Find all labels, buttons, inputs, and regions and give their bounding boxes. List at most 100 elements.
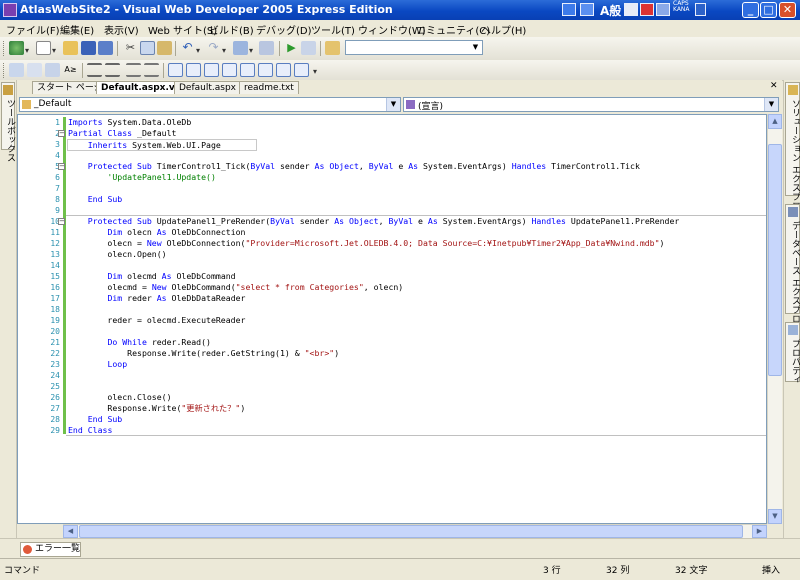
quick-info-icon[interactable] [45,63,60,77]
copy-icon[interactable] [140,41,155,55]
menu-view[interactable]: 表示(V) [104,22,139,37]
increase-indent-icon[interactable] [105,63,120,77]
code-line[interactable]: End Sub [68,414,123,425]
comment-out-icon[interactable] [126,63,141,77]
chevron-down-icon[interactable]: ▼ [386,98,400,111]
find-combo[interactable]: ▼ [345,40,483,55]
open-folder-icon[interactable] [63,41,78,55]
properties-tab[interactable]: プロパティ [785,322,800,384]
code-editor[interactable]: 1234567891011121314151617181920212223242… [17,114,767,524]
vertical-scroll-thumb[interactable] [768,144,782,376]
parameter-info-icon[interactable] [27,63,42,77]
clear-bookmarks-icon[interactable] [294,63,309,77]
complete-word-icon[interactable]: A≥ [63,63,78,77]
method-name-combo[interactable]: (宣言) ▼ [403,97,779,112]
dropdown-arrow-icon[interactable]: ▾ [222,46,226,55]
language-bar-icon[interactable] [562,3,576,16]
code-line[interactable]: olecn.Open() [68,249,166,260]
new-website-icon[interactable] [9,41,24,55]
maximize-button[interactable]: □ [760,2,777,18]
start-debugging-icon[interactable]: ▶ [284,41,299,55]
scroll-up-button[interactable]: ▲ [768,114,782,129]
code-line[interactable]: olecn = New OleDbConnection("Provider=Mi… [68,238,664,249]
code-line[interactable]: 'UpdatePanel1.Update() [68,172,215,183]
chevron-down-icon[interactable]: ▼ [470,42,481,53]
code-line[interactable]: olecmd = New OleDbCommand("select * from… [68,282,403,293]
menu-community[interactable]: コミュニティ(C) [416,22,490,37]
error-list-tab[interactable]: エラー一覧 [20,542,81,557]
close-button[interactable]: ✕ [779,2,796,18]
view-in-browser-icon[interactable] [301,41,316,55]
app-icon[interactable] [3,3,17,17]
cut-icon[interactable]: ✂ [123,41,138,55]
collapse-region-icon[interactable]: − [58,130,65,137]
next-bookmark-doc-icon[interactable] [276,63,291,77]
tab-default-aspx[interactable]: Default.aspx [174,81,241,94]
help-icon[interactable] [656,3,670,16]
horizontal-scrollbar[interactable]: ◀ ▶ [63,524,767,538]
code-line[interactable]: Dim reder As OleDbDataReader [68,293,245,304]
next-bookmark-icon[interactable] [204,63,219,77]
toolbar-grip[interactable] [3,41,7,56]
prev-bookmark-icon[interactable] [186,63,201,77]
minimize-button[interactable]: _ [742,2,759,18]
dropdown-arrow-icon[interactable]: ▾ [52,46,56,55]
next-bookmark-folder-icon[interactable] [240,63,255,77]
code-line[interactable]: Protected Sub TimerControl1_Tick(ByVal s… [68,161,640,172]
code-line[interactable]: Dim olecn As OleDbConnection [68,227,245,238]
code-line[interactable]: Response.Write("更新された？") [68,403,245,414]
pad-icon[interactable] [624,3,638,16]
paste-icon[interactable] [157,41,172,55]
code-line[interactable]: reder = olecmd.ExecuteReader [68,315,245,326]
solution-explorer-tab[interactable]: ソリューション エクスプローラ [785,82,800,228]
redo-icon[interactable]: ↷ [206,41,221,55]
menu-tools[interactable]: ツール(T) [311,22,355,37]
find-in-files-icon[interactable] [325,41,340,55]
code-line[interactable]: End Sub [68,194,123,205]
toolbox-tab[interactable]: ツールボックス [1,82,15,162]
code-line[interactable]: Loop [68,359,127,370]
dropdown-arrow-icon[interactable]: ▾ [196,46,200,55]
object-members-icon[interactable] [9,63,24,77]
horizontal-scroll-thumb[interactable] [79,525,743,538]
toolbar-grip[interactable] [3,63,7,78]
close-tab-icon[interactable]: ✕ [770,81,778,91]
toolbar-options-icon[interactable]: ▾ [313,67,317,76]
menu-website[interactable]: Web サイト(S) [148,22,217,37]
dropdown-arrow-icon[interactable]: ▾ [25,46,29,55]
scroll-right-button[interactable]: ▶ [752,525,767,538]
new-file-icon[interactable] [36,41,51,55]
keyboard-icon[interactable] [580,3,594,16]
save-all-icon[interactable] [98,41,113,55]
scroll-down-button[interactable]: ▼ [768,509,782,524]
collapse-region-icon[interactable]: − [58,218,65,225]
prev-bookmark-folder-icon[interactable] [222,63,237,77]
navigate-backward-icon[interactable] [233,41,248,55]
vertical-scrollbar[interactable]: ▲ ▼ [767,114,782,524]
uncomment-icon[interactable] [144,63,159,77]
dropdown-arrow-icon[interactable]: ▾ [249,46,253,55]
code-line[interactable]: Do While reder.Read() [68,337,211,348]
undo-icon[interactable]: ↶ [180,41,195,55]
menu-help[interactable]: ヘルプ(H) [481,22,526,37]
menu-file[interactable]: ファイル(F) [6,22,60,37]
navigate-forward-icon[interactable] [259,41,274,55]
decrease-indent-icon[interactable] [87,63,102,77]
prev-bookmark-doc-icon[interactable] [258,63,273,77]
code-line[interactable]: Dim olecmd As OleDbCommand [68,271,235,282]
database-explorer-tab[interactable]: データベース エクスプローラ [785,204,800,341]
code-line[interactable]: Response.Write(reder.GetString(1) & "<br… [68,348,339,359]
code-line[interactable]: Protected Sub UpdatePanel1_PreRender(ByV… [68,216,680,227]
class-name-combo[interactable]: _Default ▼ [19,97,401,112]
tab-default-aspx-vb[interactable]: Default.aspx.vb [96,81,187,94]
scroll-left-button[interactable]: ◀ [63,525,78,538]
collapse-region-icon[interactable]: − [58,163,65,170]
ime-mode-indicator[interactable]: A般 [600,2,621,19]
tools-icon[interactable] [640,3,654,16]
code-line[interactable]: Inherits System.Web.UI.Page [67,139,257,151]
code-line[interactable]: Partial Class _Default [68,128,176,139]
tab-readme[interactable]: readme.txt [239,81,299,94]
menu-debug[interactable]: デバッグ(D) [256,22,312,37]
code-line[interactable]: Imports System.Data.OleDb [68,117,191,128]
menu-build[interactable]: ビルド(B) [209,22,254,37]
